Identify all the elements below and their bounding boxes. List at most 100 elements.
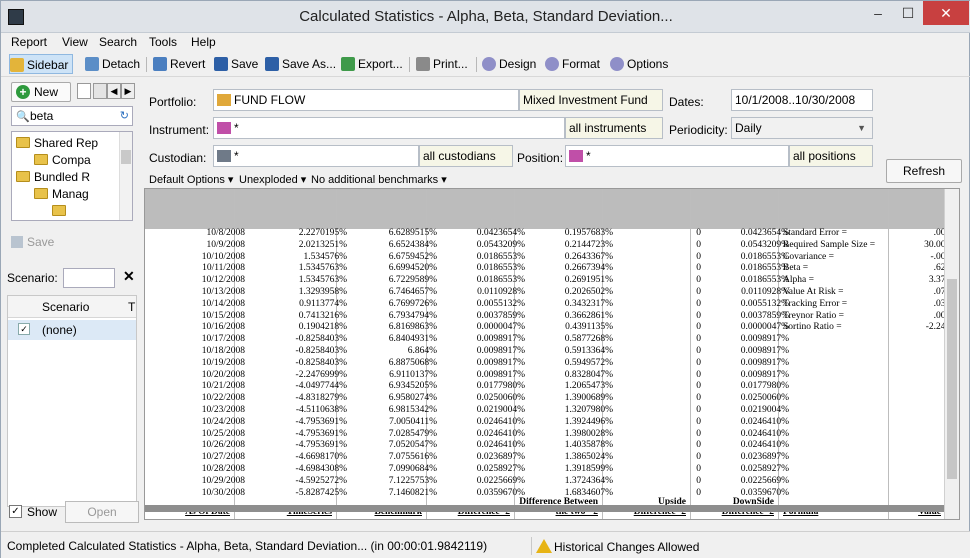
tree-item-child[interactable] — [52, 204, 70, 220]
cell-downside-difference[interactable]: 0.0098917% — [741, 334, 789, 345]
export-button[interactable]: Export... — [341, 54, 403, 74]
cell-as-of-date[interactable]: 10/19/2008 — [202, 358, 245, 369]
cell-benchmark[interactable]: 7.0050411% — [389, 417, 437, 428]
cell-upside-difference[interactable]: 0 — [696, 417, 701, 428]
cell-timeseries[interactable]: 0.1904218% — [299, 322, 347, 333]
scenario-row[interactable]: ✓ (none) — [8, 320, 136, 340]
cell-downside-difference[interactable]: 0.0246410% — [741, 440, 789, 451]
show-checkbox[interactable]: ✓ Show — [9, 503, 57, 521]
instrument-field[interactable]: * — [213, 117, 565, 139]
cell-downside-difference[interactable]: 0.0098917% — [741, 370, 789, 381]
cell-timeseries[interactable]: -4.7953691% — [296, 429, 347, 440]
cell-downside-difference[interactable]: 0.0236897% — [741, 452, 789, 463]
cell-timeseries[interactable]: 2.0213251% — [299, 240, 347, 251]
cell-downside-difference[interactable]: 0.0543209% — [741, 240, 789, 251]
cell-formula[interactable]: Sortino Ratio = — [783, 322, 842, 333]
cell-downside-difference[interactable]: 0.0098917% — [741, 358, 789, 369]
cell-timeseries[interactable]: -0.8258403% — [296, 334, 347, 345]
cell-upside-difference[interactable]: 0 — [696, 346, 701, 357]
cell-difference-between[interactable]: 0.3662861% — [565, 311, 613, 322]
cell-difference[interactable]: 0.0177980% — [477, 381, 525, 392]
portfolio-field[interactable]: FUND FLOW — [213, 89, 519, 111]
periodicity-select[interactable]: Daily ▼ — [731, 117, 873, 139]
cell-timeseries[interactable]: -4.6698170% — [296, 452, 347, 463]
custodian-field[interactable]: * — [213, 145, 419, 167]
cell-as-of-date[interactable]: 10/26/2008 — [202, 440, 245, 451]
revert-button[interactable]: Revert — [153, 54, 205, 74]
cell-benchmark[interactable]: 7.0285479% — [389, 429, 437, 440]
cell-difference-between[interactable]: 0.8328047% — [565, 370, 613, 381]
cell-benchmark[interactable]: 6.7699726% — [389, 299, 437, 310]
cell-difference[interactable]: 0.0246410% — [477, 417, 525, 428]
position-field[interactable]: * — [565, 145, 789, 167]
document-tab-icon[interactable] — [93, 83, 107, 99]
cell-timeseries[interactable]: -4.5925272% — [296, 476, 347, 487]
tree-item-shared-reports[interactable]: Shared Rep — [16, 136, 98, 152]
cell-downside-difference[interactable]: 0.0359670% — [741, 488, 789, 499]
cell-upside-difference[interactable]: 0 — [696, 252, 701, 263]
cell-difference[interactable]: 0.0225669% — [477, 476, 525, 487]
cell-benchmark[interactable]: 6.8404931% — [389, 334, 437, 345]
options-button[interactable]: Options — [610, 54, 668, 74]
cell-difference[interactable]: 0.0098917% — [477, 346, 525, 357]
cell-as-of-date[interactable]: 10/8/2008 — [206, 228, 245, 239]
search-refresh-icon[interactable]: ↻ — [120, 109, 129, 122]
cell-difference[interactable]: 0.0098917% — [477, 334, 525, 345]
cell-upside-difference[interactable]: 0 — [696, 405, 701, 416]
sidebar-button[interactable]: Sidebar — [9, 54, 74, 74]
position-scope-field[interactable]: all positions — [789, 145, 873, 167]
cell-difference-between[interactable]: 1.3724364% — [565, 476, 613, 487]
clear-scenario-icon[interactable]: ✕ — [123, 268, 135, 285]
cell-upside-difference[interactable]: 0 — [696, 476, 701, 487]
cell-downside-difference[interactable]: 0.0225669% — [741, 476, 789, 487]
cell-as-of-date[interactable]: 10/17/2008 — [202, 334, 245, 345]
cell-downside-difference[interactable]: 0.0219004% — [741, 405, 789, 416]
portfolio-type-field[interactable]: Mixed Investment Fund — [519, 89, 663, 111]
cell-benchmark[interactable]: 6.8169863% — [389, 322, 437, 333]
cell-upside-difference[interactable]: 0 — [696, 228, 701, 239]
cell-as-of-date[interactable]: 10/22/2008 — [202, 393, 245, 404]
cell-downside-difference[interactable]: 0.0246410% — [741, 417, 789, 428]
cell-benchmark[interactable]: 6.864% — [408, 346, 437, 357]
tab-prev-arrow[interactable]: ◀ — [107, 83, 121, 99]
tab-next-arrow[interactable]: ▶ — [121, 83, 135, 99]
cell-difference-between[interactable]: 1.2065473% — [565, 381, 613, 392]
cell-difference-between[interactable]: 1.6834607% — [565, 488, 613, 499]
cell-difference-between[interactable]: 1.3980028% — [565, 429, 613, 440]
cell-upside-difference[interactable]: 0 — [696, 464, 701, 475]
cell-timeseries[interactable]: 1.5345763% — [299, 263, 347, 274]
grid-scrollbar[interactable] — [944, 189, 959, 519]
sidebar-save-button[interactable]: Save — [11, 235, 54, 249]
cell-benchmark[interactable]: 7.0990684% — [389, 464, 437, 475]
cell-upside-difference[interactable]: 0 — [696, 287, 701, 298]
cell-timeseries[interactable]: -4.8318279% — [296, 393, 347, 404]
cell-as-of-date[interactable]: 10/23/2008 — [202, 405, 245, 416]
cell-formula[interactable]: Required Sample Size = — [783, 240, 875, 251]
cell-upside-difference[interactable]: 0 — [696, 440, 701, 451]
custodian-scope-field[interactable]: all custodians — [419, 145, 513, 167]
cell-upside-difference[interactable]: 0 — [696, 311, 701, 322]
cell-difference[interactable]: 0.0359670% — [477, 488, 525, 499]
cell-downside-difference[interactable]: 0.0250060% — [741, 393, 789, 404]
cell-timeseries[interactable]: -4.0497744% — [296, 381, 347, 392]
cell-as-of-date[interactable]: 10/27/2008 — [202, 452, 245, 463]
tree-item-manager[interactable]: Manag — [34, 187, 89, 203]
cell-timeseries[interactable]: 1.534576% — [303, 252, 347, 263]
search-input[interactable] — [30, 108, 114, 124]
save-button[interactable]: Save — [214, 54, 258, 74]
cell-difference-between[interactable]: 0.4391135% — [565, 322, 613, 333]
cell-downside-difference[interactable]: 0.0037859% — [741, 311, 789, 322]
tree-item-company[interactable]: Compa — [34, 153, 91, 169]
cell-difference[interactable]: 0.0423654% — [477, 228, 525, 239]
cell-as-of-date[interactable]: 10/10/2008 — [202, 252, 245, 263]
format-button[interactable]: Format — [545, 54, 600, 74]
cell-as-of-date[interactable]: 10/29/2008 — [202, 476, 245, 487]
cell-difference[interactable]: 0.0246410% — [477, 440, 525, 451]
cell-upside-difference[interactable]: 0 — [696, 334, 701, 345]
cell-benchmark[interactable]: 7.1460821% — [389, 488, 437, 499]
cell-upside-difference[interactable]: 0 — [696, 240, 701, 251]
save-as-button[interactable]: Save As... — [265, 54, 336, 74]
cell-as-of-date[interactable]: 10/18/2008 — [202, 346, 245, 357]
menu-view[interactable]: View — [62, 35, 88, 49]
detach-button[interactable]: Detach — [85, 54, 140, 74]
